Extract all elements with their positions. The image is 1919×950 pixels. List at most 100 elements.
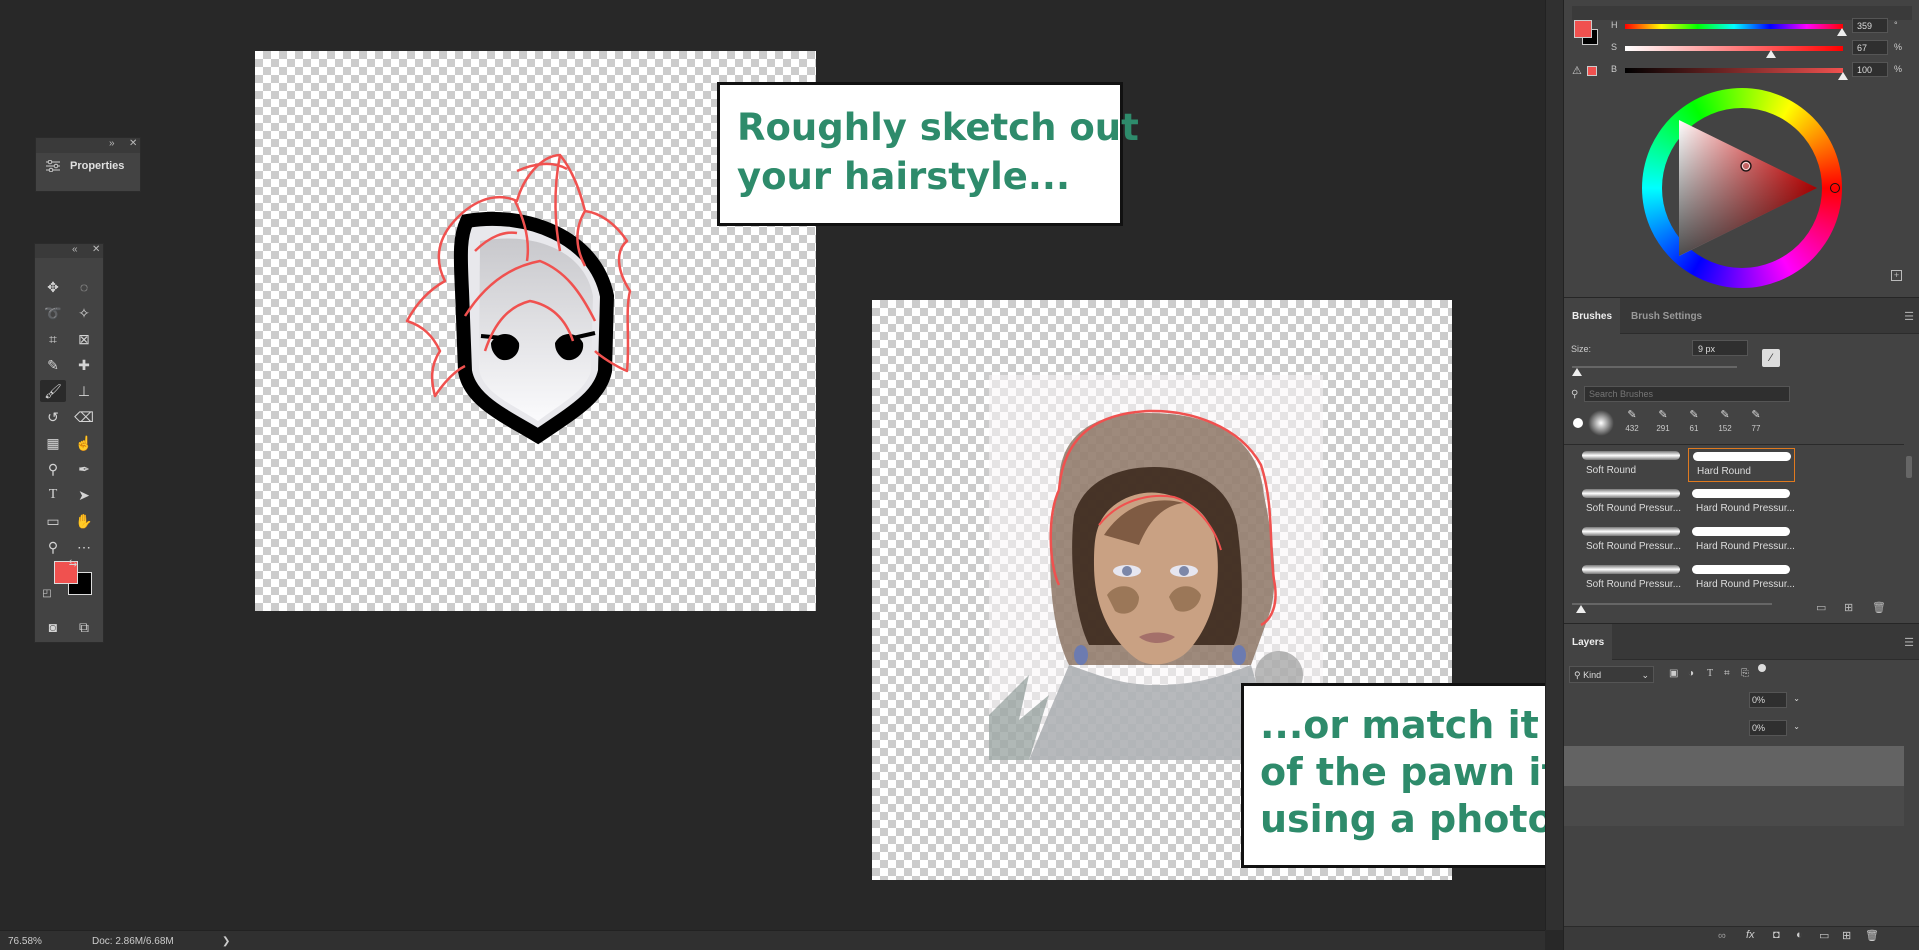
clone-stamp-tool-icon[interactable]: ⊥ <box>71 380 97 402</box>
saturation-track[interactable] <box>1625 46 1843 51</box>
tab-layers[interactable]: Layers <box>1564 624 1613 660</box>
marquee-tool-icon[interactable]: ◌ <box>71 276 97 298</box>
delete-layer-icon[interactable]: 🗑 <box>1865 929 1879 942</box>
layer-row-selected[interactable] <box>1564 746 1904 786</box>
brush-size-slider-thumb[interactable] <box>1572 368 1582 376</box>
close-icon[interactable]: ✕ <box>92 244 100 255</box>
opacity-field[interactable]: 0% ⌄ <box>1749 692 1800 708</box>
panel-menu-icon[interactable]: ☰ <box>1904 310 1914 323</box>
saturation-brightness-triangle[interactable] <box>1662 108 1822 268</box>
eyedropper-tool-icon[interactable]: ✎ <box>40 354 66 376</box>
brush-preset[interactable]: Soft Round Pressur... <box>1578 562 1685 596</box>
zoom-level[interactable]: 76.58% <box>8 936 42 947</box>
lasso-tool-icon[interactable]: ➰ <box>40 302 66 324</box>
frame-tool-icon[interactable]: ⊠ <box>71 328 97 350</box>
brightness-thumb[interactable] <box>1838 72 1848 80</box>
add-mask-icon[interactable]: ◘ <box>1773 929 1780 941</box>
brush-tool-icon[interactable]: 🖌 <box>40 380 66 402</box>
layers-panel[interactable]: Layers ☰ ⚲ Kind ⌄ ▣ ◑ T ⌗ ⎘ 0% ⌄ 0% ⌄ ∞ fx … <box>1564 624 1919 950</box>
brush-size-slider[interactable] <box>1572 366 1737 368</box>
adjustment-layer-icon[interactable]: ◐ <box>1796 929 1803 941</box>
preview-size-slider[interactable] <box>1572 603 1772 605</box>
recent-brush[interactable]: ✎ 432 <box>1619 408 1645 438</box>
layer-style-icon[interactable]: fx <box>1746 929 1755 941</box>
move-tool-icon[interactable]: ✥ <box>40 276 66 298</box>
pen-tool-icon[interactable]: ✒ <box>71 458 97 480</box>
saturation-slider[interactable]: S 67 % <box>1564 40 1919 58</box>
status-menu-icon[interactable]: ❯ <box>222 936 230 947</box>
preview-size-thumb[interactable] <box>1576 605 1586 613</box>
recent-brush-hard[interactable] <box>1573 418 1583 428</box>
new-brush-icon[interactable]: ⊞ <box>1844 601 1853 614</box>
hue-slider[interactable]: H 359 ° <box>1564 18 1919 36</box>
pressure-size-icon[interactable]: ⁄ <box>1762 349 1780 367</box>
brush-preset[interactable]: Hard Round Pressur... <box>1688 524 1795 558</box>
properties-label[interactable]: Properties <box>70 160 124 172</box>
brush-preset[interactable]: Hard Round Pressur... <box>1688 562 1795 596</box>
hue-value-field[interactable]: 359 <box>1852 18 1888 33</box>
properties-panel-header[interactable]: » ✕ <box>36 138 140 153</box>
brush-preset[interactable]: Soft Round <box>1578 448 1685 482</box>
hue-ring-marker[interactable] <box>1830 183 1840 193</box>
hue-thumb[interactable] <box>1837 28 1848 36</box>
magic-wand-tool-icon[interactable]: ✧ <box>71 302 97 324</box>
expand-icon[interactable]: » <box>109 138 115 149</box>
gradient-tool-icon[interactable]: ▦ <box>40 432 66 454</box>
layers-menu-icon[interactable]: ☰ <box>1904 636 1914 649</box>
tools-panel-header[interactable]: « ✕ <box>35 244 103 258</box>
crop-tool-icon[interactable]: ⌗ <box>40 328 66 350</box>
brush-size-field[interactable]: 9 px <box>1692 340 1748 356</box>
type-tool-icon[interactable]: T <box>40 484 66 506</box>
filter-adjustment-icon[interactable]: ◑ <box>1688 668 1694 679</box>
smudge-tool-icon[interactable]: ☝ <box>71 432 97 454</box>
recent-brush[interactable]: ✎ 61 <box>1681 408 1707 438</box>
screen-mode-icon[interactable]: ⧉ <box>71 616 97 638</box>
add-swatch-icon[interactable]: + <box>1891 270 1902 281</box>
brightness-track[interactable] <box>1625 68 1843 73</box>
collapse-icon[interactable]: « <box>72 244 78 255</box>
chevron-down-icon[interactable]: ⌄ <box>1793 722 1800 731</box>
brush-preset[interactable]: Soft Round Pressur... <box>1578 486 1685 520</box>
saturation-thumb[interactable] <box>1766 50 1777 58</box>
filter-pixel-icon[interactable]: ▣ <box>1669 668 1678 679</box>
new-group-icon[interactable]: ▭ <box>1819 929 1829 942</box>
fill-field[interactable]: 0% ⌄ <box>1749 720 1800 736</box>
brushes-panel[interactable]: Brushes Brush Settings ☰ Size: 9 px ▾ ⁄ … <box>1564 298 1919 624</box>
hand-tool-icon[interactable]: ✋ <box>71 510 97 532</box>
recent-brush-soft[interactable] <box>1588 410 1614 436</box>
zoom-tool-icon[interactable]: ⚲ <box>40 536 66 558</box>
filter-smart-object-icon[interactable]: ⎘ <box>1741 668 1749 679</box>
brush-preset[interactable]: Soft Round Pressur... <box>1578 524 1685 558</box>
dock-collapse-strip[interactable] <box>1545 0 1563 930</box>
dodge-tool-icon[interactable]: ⚲ <box>40 458 66 480</box>
brightness-slider[interactable]: B 100 % <box>1564 62 1919 80</box>
filter-type-icon[interactable]: T <box>1707 668 1713 679</box>
path-selection-tool-icon[interactable]: ➤ <box>71 484 97 506</box>
hue-track[interactable] <box>1625 24 1843 29</box>
swap-colors-icon[interactable]: ⇆ <box>66 556 80 570</box>
brush-list-scrollbar[interactable] <box>1906 456 1912 478</box>
saturation-value-field[interactable]: 67 <box>1852 40 1888 55</box>
more-tools-icon[interactable]: ⋯ <box>71 536 97 558</box>
layer-filter-select[interactable]: ⚲ Kind ⌄ <box>1569 666 1654 683</box>
brush-preset[interactable]: Hard Round Pressur... <box>1688 486 1795 520</box>
healing-brush-tool-icon[interactable]: ✚ <box>71 354 97 376</box>
recent-brush[interactable]: ✎ 152 <box>1712 408 1738 438</box>
tab-brush-settings[interactable]: Brush Settings <box>1623 298 1710 334</box>
close-icon[interactable]: ✕ <box>129 138 137 149</box>
quick-mask-icon[interactable]: ◙ <box>40 616 66 638</box>
recent-brush[interactable]: ✎ 291 <box>1650 408 1676 438</box>
layer-row[interactable] <box>1564 786 1904 826</box>
filter-shape-icon[interactable]: ⌗ <box>1724 668 1730 679</box>
brush-preset[interactable]: Hard Round <box>1688 448 1795 482</box>
tools-panel[interactable]: « ✕ ✥ ◌ ➰ ✧ ⌗ ⊠ ✎ ✚ 🖌 ⊥ ↺ ⌫ ▦ ☝ ⚲ ✒ T ➤ … <box>34 243 104 643</box>
brush-search-input[interactable] <box>1584 386 1790 402</box>
color-panel[interactable]: ⚠ H 359 ° S 67 % B 100 % + <box>1564 0 1919 298</box>
tab-brushes[interactable]: Brushes <box>1564 298 1621 334</box>
rectangle-tool-icon[interactable]: ▭ <box>40 510 66 532</box>
eraser-tool-icon[interactable]: ⌫ <box>71 406 97 428</box>
link-layers-icon[interactable]: ∞ <box>1718 930 1726 942</box>
filter-toggle-icon[interactable] <box>1758 664 1766 672</box>
new-layer-icon[interactable]: ⊞ <box>1842 929 1851 942</box>
recent-brush[interactable]: ✎ 77 <box>1743 408 1769 438</box>
